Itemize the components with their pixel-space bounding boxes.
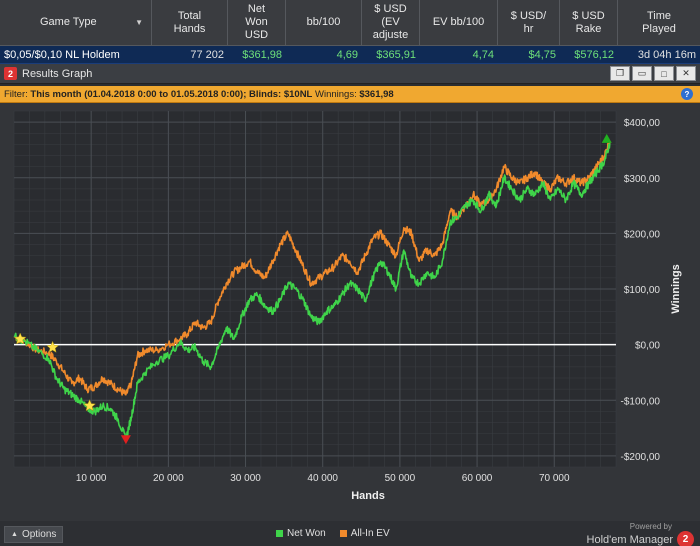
y-tick-label: -$100,00 [621,396,661,407]
col-header-total-hands[interactable]: Total Hands [152,0,228,45]
filter-winnings-value: $361,98 [359,88,394,100]
legend-item-all-in-ev[interactable]: All-In EV [339,528,390,539]
legend-label: All-In EV [350,528,390,539]
legend-item-net-won[interactable]: Net Won [276,528,326,539]
minimize-window-button[interactable]: ▭ [632,66,652,81]
filter-bar[interactable]: Filter: This month (01.04.2018 0:00 to 0… [0,86,700,103]
x-axis-label: Hands [351,490,385,502]
cell-rake: $576,12 [574,48,614,61]
help-icon[interactable]: ? [681,88,693,100]
filter-prefix: Filter: [4,88,31,100]
filter-text: Filter: This month (01.04.2018 0:00 to 0… [0,89,394,100]
cell-ev-bb100: 4,74 [472,48,494,61]
app-root: Game Type ▼ Total Hands Net Won USD bb/1… [0,0,700,546]
powered-by-text: Powered by [629,522,672,531]
brand-name: Hold'em Manager [586,533,673,546]
options-label: Options [21,529,57,540]
x-tick-label: 70 000 [539,473,570,484]
window-controls: ❐ ▭ □ ✕ [610,66,696,81]
y-axis-label: Winnings [670,264,682,313]
x-tick-label: 60 000 [462,473,493,484]
hm2-logo-icon: 2 [4,67,17,80]
cell-time-played: 3d 04h 16m [637,48,696,61]
filter-blinds-label: ; Blinds: [243,88,284,100]
filter-date-range: This month (01.04.2018 0:00 to 01.05.201… [30,88,244,100]
y-tick-label: $0,00 [635,341,660,352]
legend-swatch [339,529,347,537]
col-header-ev-bb100[interactable]: EV bb/100 [420,0,498,45]
x-tick-label: 30 000 [230,473,261,484]
cell-net-won: $361,98 [242,48,282,61]
x-tick-label: 20 000 [153,473,184,484]
results-graph-titlebar[interactable]: 2 Results Graph ❐ ▭ □ ✕ [0,64,700,84]
results-chart[interactable]: -$200,00 -$100,00 $0,00 $100,00 $200,00 $300,… [0,103,700,521]
chart-legend: Net Won All-In EV [276,528,390,539]
restore-window-button[interactable]: ❐ [610,66,630,81]
maximize-window-button[interactable]: □ [654,66,674,81]
expand-triangle-icon: ▲ [11,531,18,538]
col-header-bb100[interactable]: bb/100 [286,0,362,45]
y-tick-label: $200,00 [624,229,661,240]
stats-table-header: Game Type ▼ Total Hands Net Won USD bb/1… [0,0,700,46]
cell-bb100: 4,69 [336,48,358,61]
cell-ev-adjusted: $365,91 [376,48,416,61]
hm2-brand-logo-icon: 2 [677,531,694,546]
x-tick-label: 40 000 [307,473,338,484]
window-title: Results Graph [22,67,93,80]
powered-by: Powered by Hold'em Manager 2 [587,522,694,546]
col-header-label: Game Type [40,16,97,28]
chevron-down-icon[interactable]: ▼ [135,16,143,29]
x-tick-label: 50 000 [385,473,416,484]
y-tick-label: -$200,00 [621,452,661,463]
filter-blinds-value: $10NL [283,88,313,100]
col-header-net-won[interactable]: Net Won USD [228,0,286,45]
y-tick-label: $300,00 [624,174,661,185]
close-window-button[interactable]: ✕ [676,66,696,81]
cell-usd-hr: $4,75 [528,48,556,61]
cell-game-type: $0,05/$0,10 NL Holdem [4,48,120,61]
options-button[interactable]: ▲ Options [4,526,64,543]
graph-footer: ▲ Options Net Won All-In EV Powered by H… [0,521,700,546]
col-header-ev-adjusted[interactable]: $ USD (EV adjuste [362,0,420,45]
legend-swatch [276,529,283,537]
y-tick-label: $100,00 [624,285,661,296]
table-row[interactable]: $0,05/$0,10 NL Holdem 77 202 $361,98 4,6… [0,46,700,64]
brand: Hold'em Manager 2 [587,531,694,546]
col-header-time-played[interactable]: Time Played [618,0,700,45]
x-tick-label: 10 000 [76,473,107,484]
y-tick-label: $400,00 [624,118,661,129]
legend-label: Net Won [287,528,326,539]
y-tick-labels: -$200,00 -$100,00 $0,00 $100,00 $200,00 $300,… [621,118,661,463]
results-chart-area[interactable]: -$200,00 -$100,00 $0,00 $100,00 $200,00 $300,… [0,103,700,521]
filter-winnings-label: Winnings: [312,88,360,100]
col-header-usd-hr[interactable]: $ USD/ hr [498,0,560,45]
cell-total-hands: 77 202 [190,48,224,61]
col-header-rake[interactable]: $ USD Rake [560,0,618,45]
col-header-game-type[interactable]: Game Type ▼ [0,0,152,45]
x-tick-labels: 10 000 20 000 30 000 40 000 50 000 60 000 70 0… [76,473,570,484]
